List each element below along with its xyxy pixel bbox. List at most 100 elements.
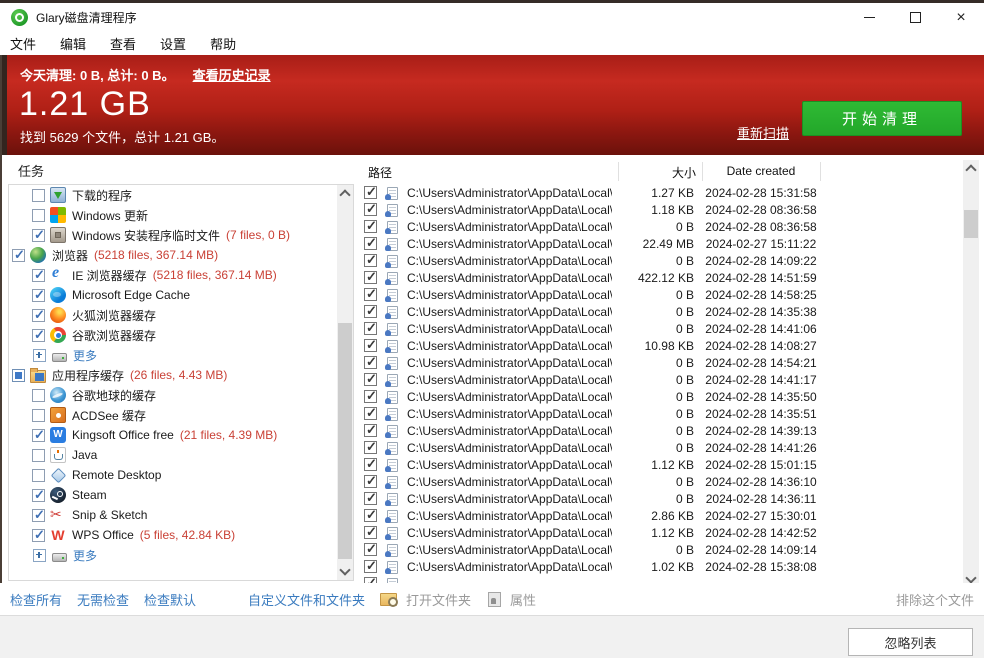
task-item[interactable]: 谷歌地球的缓存 bbox=[9, 385, 353, 405]
file-checkbox[interactable] bbox=[364, 305, 377, 318]
check-default-link[interactable]: 检查默认 bbox=[144, 590, 196, 609]
task-checkbox[interactable] bbox=[32, 269, 45, 282]
file-row[interactable]: C:\Users\Administrator\AppData\Local\T… … bbox=[358, 320, 963, 337]
file-row[interactable]: C:\Users\Administrator\AppData\Local\T… … bbox=[358, 184, 963, 201]
file-row[interactable]: C:\Users\Administrator\AppData\Local\T… … bbox=[358, 235, 963, 252]
file-row[interactable]: C:\Users\Administrator\AppData\Local\T… … bbox=[358, 201, 963, 218]
file-row[interactable]: C:\Users\Administrator\AppData\Local\T… … bbox=[358, 558, 963, 575]
task-item[interactable]: Snip & Sketch bbox=[9, 505, 353, 525]
file-checkbox[interactable] bbox=[364, 271, 377, 284]
task-item[interactable]: 火狐浏览器缓存 bbox=[9, 305, 353, 325]
file-row[interactable]: C:\Users\Administrator\AppData\Local\T… … bbox=[358, 541, 963, 558]
task-item[interactable]: 下载的程序 bbox=[9, 185, 353, 205]
file-checkbox[interactable] bbox=[364, 288, 377, 301]
maximize-button[interactable] bbox=[892, 3, 938, 32]
task-checkbox[interactable] bbox=[32, 189, 45, 202]
file-checkbox[interactable] bbox=[364, 220, 377, 233]
minimize-button[interactable] bbox=[846, 3, 892, 32]
file-row[interactable]: C:\Users\Administrator\AppData\Local\T… … bbox=[358, 269, 963, 286]
properties-link[interactable]: 属性 bbox=[510, 590, 536, 609]
scroll-down-icon[interactable] bbox=[965, 572, 976, 583]
file-checkbox[interactable] bbox=[364, 560, 377, 573]
file-checkbox[interactable] bbox=[364, 390, 377, 403]
file-row[interactable]: C:\Users\Administrator\AppData\Local\T… … bbox=[358, 405, 963, 422]
custom-files-link[interactable]: 自定义文件和文件夹 bbox=[248, 590, 365, 609]
file-checkbox[interactable] bbox=[364, 475, 377, 488]
menu-item[interactable]: 查看 bbox=[110, 32, 146, 55]
file-row[interactable]: C:\Users\Administrator\AppData\Local\T… … bbox=[358, 354, 963, 371]
file-checkbox[interactable] bbox=[364, 526, 377, 539]
expand-plus-icon[interactable] bbox=[33, 349, 46, 362]
task-item[interactable]: 更多 bbox=[9, 545, 353, 565]
task-checkbox[interactable] bbox=[32, 409, 45, 422]
files-scrollbar[interactable] bbox=[963, 160, 979, 588]
file-checkbox[interactable] bbox=[364, 339, 377, 352]
task-checkbox[interactable] bbox=[32, 429, 45, 442]
tasks-scrollbar[interactable] bbox=[337, 185, 353, 580]
column-header-path[interactable]: 路径 bbox=[368, 164, 392, 181]
task-item[interactable]: Java bbox=[9, 445, 353, 465]
task-item[interactable]: Windows 安装程序临时文件 (7 files, 0 B) bbox=[9, 225, 353, 245]
file-checkbox[interactable] bbox=[364, 407, 377, 420]
files-scrollbar-thumb[interactable] bbox=[964, 210, 978, 238]
task-checkbox[interactable] bbox=[32, 509, 45, 522]
file-checkbox[interactable] bbox=[364, 322, 377, 335]
file-row[interactable]: C:\Users\Administrator\AppData\Local\T… … bbox=[358, 286, 963, 303]
task-item[interactable]: 更多 bbox=[9, 345, 353, 365]
file-row[interactable]: C:\Users\Administrator\AppData\Local\T… … bbox=[358, 439, 963, 456]
properties-icon[interactable] bbox=[488, 592, 501, 607]
rescan-link[interactable]: 重新扫描 bbox=[737, 123, 789, 142]
open-folder-link[interactable]: 打开文件夹 bbox=[406, 590, 471, 609]
view-history-link[interactable]: 查看历史记录 bbox=[193, 68, 271, 83]
file-row[interactable]: C:\Users\Administrator\AppData\Local\T… … bbox=[358, 303, 963, 320]
task-item[interactable]: Steam bbox=[9, 485, 353, 505]
file-row[interactable]: C:\Users\Administrator\AppData\Local\T… … bbox=[358, 507, 963, 524]
task-item[interactable]: WPS Office (5 files, 42.84 KB) bbox=[9, 525, 353, 545]
task-checkbox[interactable] bbox=[32, 209, 45, 222]
task-checkbox[interactable] bbox=[32, 529, 45, 542]
column-separator[interactable] bbox=[820, 162, 821, 181]
task-item[interactable]: Windows 更新 bbox=[9, 205, 353, 225]
scroll-up-icon[interactable] bbox=[339, 189, 350, 200]
file-row[interactable]: C:\Users\Administrator\AppData\Local\T… … bbox=[358, 371, 963, 388]
open-folder-icon[interactable] bbox=[380, 593, 397, 606]
task-item[interactable]: IE 浏览器缓存 (5218 files, 367.14 MB) bbox=[9, 265, 353, 285]
file-row[interactable]: C:\Users\Administrator\AppData\Local\T… … bbox=[358, 218, 963, 235]
file-checkbox[interactable] bbox=[364, 356, 377, 369]
task-checkbox[interactable] bbox=[32, 389, 45, 402]
column-header-date[interactable]: Date created bbox=[702, 164, 820, 178]
task-item[interactable]: ACDSee 缓存 bbox=[9, 405, 353, 425]
task-checkbox[interactable] bbox=[32, 229, 45, 242]
file-checkbox[interactable] bbox=[364, 458, 377, 471]
file-row[interactable]: C:\Users\Administrator\AppData\Local\T… … bbox=[358, 422, 963, 439]
task-item[interactable]: 谷歌浏览器缓存 bbox=[9, 325, 353, 345]
file-checkbox[interactable] bbox=[364, 509, 377, 522]
file-row[interactable]: C:\Users\Administrator\AppData\Local\T… … bbox=[358, 337, 963, 354]
file-checkbox[interactable] bbox=[364, 492, 377, 505]
task-checkbox[interactable] bbox=[32, 309, 45, 322]
file-row[interactable]: C:\Users\Administrator\AppData\Local\T… … bbox=[358, 456, 963, 473]
file-checkbox[interactable] bbox=[364, 373, 377, 386]
task-checkbox[interactable] bbox=[32, 329, 45, 342]
file-checkbox[interactable] bbox=[364, 543, 377, 556]
task-item[interactable]: Remote Desktop bbox=[9, 465, 353, 485]
file-checkbox[interactable] bbox=[364, 424, 377, 437]
task-checkbox[interactable] bbox=[32, 469, 45, 482]
expand-plus-icon[interactable] bbox=[33, 549, 46, 562]
file-row[interactable]: C:\Users\Administrator\AppData\Local\T… … bbox=[358, 388, 963, 405]
menu-item[interactable]: 文件 bbox=[10, 32, 46, 55]
file-row[interactable]: C:\Users\Administrator\AppData\Local\T… … bbox=[358, 490, 963, 507]
scroll-down-icon[interactable] bbox=[339, 564, 350, 575]
file-checkbox[interactable] bbox=[364, 441, 377, 454]
column-header-size[interactable]: 大小 bbox=[618, 164, 696, 181]
file-row[interactable]: C:\Users\Administrator\AppData\Local\T… … bbox=[358, 252, 963, 269]
menu-item[interactable]: 帮助 bbox=[210, 32, 246, 55]
task-item[interactable]: 浏览器 (5218 files, 367.14 MB) bbox=[9, 245, 353, 265]
menu-item[interactable]: 编辑 bbox=[60, 32, 96, 55]
task-checkbox[interactable] bbox=[32, 489, 45, 502]
task-checkbox[interactable] bbox=[32, 289, 45, 302]
task-item[interactable]: Kingsoft Office free (21 files, 4.39 MB) bbox=[9, 425, 353, 445]
file-row[interactable]: C:\Users\Administrator\AppData\Local\T… … bbox=[358, 524, 963, 541]
exclude-file-link[interactable]: 排除这个文件 bbox=[896, 593, 974, 608]
file-row[interactable]: C:\Users\Administrator\AppData\Local\T… … bbox=[358, 473, 963, 490]
